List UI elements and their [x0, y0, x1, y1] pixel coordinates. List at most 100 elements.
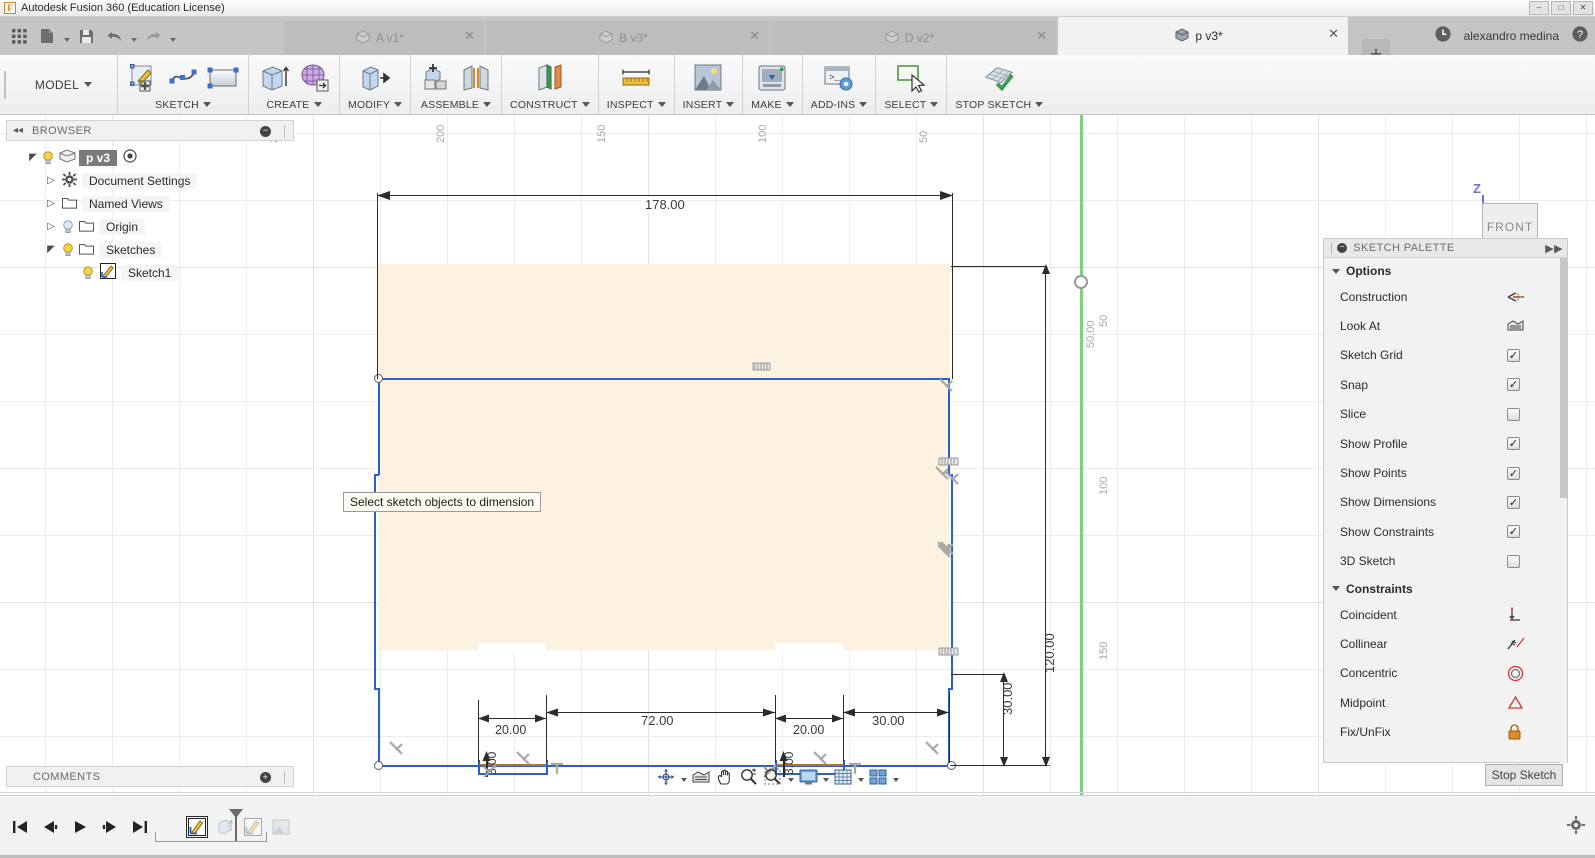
undo-caret[interactable] [129, 23, 138, 49]
palette-row-snap[interactable]: Snap ✓ [1324, 370, 1567, 399]
play-icon[interactable] [68, 815, 92, 839]
visibility-bulb-icon[interactable] [80, 265, 96, 280]
select-window-icon[interactable] [894, 61, 928, 95]
close-button[interactable]: ✕ [1573, 1, 1593, 15]
document-tab-0[interactable]: A v1* ✕ [284, 21, 484, 55]
ribbon-group-label-select[interactable]: SELECT [884, 97, 939, 112]
skip-end-icon[interactable] [128, 815, 152, 839]
finish-sketch-icon[interactable] [982, 61, 1016, 95]
ribbon-group-label-addins[interactable]: ADD-INS [811, 97, 868, 112]
app-grid-icon[interactable] [6, 23, 32, 49]
show-constraints-checkbox[interactable]: ✓ [1507, 525, 1520, 539]
palette-row-fix-unfix[interactable]: Fix/UnFix [1324, 717, 1567, 746]
horizontal-constraint-icon-notch1[interactable] [548, 760, 568, 778]
dimension-30-vertical[interactable]: 30.00 [1000, 682, 1015, 715]
offset-plane-icon[interactable] [533, 61, 567, 95]
dimension-30-offset[interactable]: 30.00 [872, 713, 905, 728]
palette-row-show-dimensions[interactable]: Show Dimensions ✓ [1324, 488, 1567, 517]
minimize-button[interactable]: – [1529, 1, 1549, 15]
dimension-178[interactable]: 178.00 [641, 197, 689, 212]
measure-icon[interactable] [619, 61, 653, 95]
horizontal-constraint-icon[interactable] [752, 360, 772, 374]
new-document-icon[interactable] [34, 23, 60, 49]
timeline-feature-canvas[interactable] [270, 816, 292, 838]
zoom-icon[interactable] [738, 766, 760, 788]
palette-row-concentric[interactable]: Concentric [1324, 659, 1567, 688]
palette-row-show-constraints[interactable]: Show Constraints ✓ [1324, 517, 1567, 546]
double-arrow-left-icon[interactable]: ◂◂ [13, 125, 23, 136]
display-caret[interactable] [821, 766, 830, 788]
snap-checkbox[interactable]: ✓ [1507, 378, 1520, 392]
palette-row-look-at[interactable]: Look At [1324, 311, 1567, 340]
visibility-bulb-icon[interactable] [60, 242, 76, 257]
save-icon[interactable] [73, 23, 99, 49]
comments-panel-header[interactable]: COMMENTS + [6, 766, 294, 787]
expand-arrow-icon[interactable]: ▷ [44, 175, 58, 186]
dimension-120[interactable]: 120.00 [1042, 633, 1057, 673]
new-component-icon[interactable] [419, 61, 453, 95]
ribbon-group-label-stop-sketch[interactable]: STOP SKETCH [955, 97, 1044, 112]
palette-row-collinear[interactable]: Collinear [1324, 629, 1567, 658]
document-tab-close-0[interactable]: ✕ [464, 29, 475, 42]
redo-caret[interactable] [168, 23, 177, 49]
ribbon-group-label-construct[interactable]: CONSTRUCT [510, 97, 590, 112]
extrude-icon[interactable] [257, 61, 291, 95]
ribbon-group-label-make[interactable]: MAKE [751, 97, 794, 112]
ribbon-group-label-create[interactable]: CREATE [266, 97, 322, 112]
zoom-window-icon[interactable] [762, 766, 784, 788]
palette-row-show-profile[interactable]: Show Profile ✓ [1324, 429, 1567, 458]
ribbon-grip[interactable] [0, 55, 10, 114]
browser-item-document-settings[interactable]: ▷ Document Settings [6, 169, 294, 192]
sketch-point-bottom-left[interactable] [374, 761, 383, 770]
scripts-addins-icon[interactable]: >_ [822, 61, 856, 95]
orbit-caret[interactable] [679, 766, 688, 788]
new-document-caret[interactable] [62, 23, 71, 49]
expand-arrow-open-icon[interactable]: ◤ [26, 152, 40, 163]
visibility-bulb-icon[interactable] [60, 219, 76, 234]
grid-caret[interactable] [856, 766, 865, 788]
horizontal-constraint-icon-lower[interactable] [938, 645, 960, 659]
grid-icon[interactable] [832, 766, 854, 788]
document-tab-close-3[interactable]: ✕ [1328, 27, 1339, 40]
expand-arrow-icon[interactable]: ▷ [44, 221, 58, 232]
collinear-icon[interactable] [1507, 636, 1567, 652]
stop-sketch-button[interactable]: Stop Sketch [1485, 764, 1563, 786]
workspace-selector[interactable]: MODEL [10, 55, 118, 114]
palette-row-construction[interactable]: Construction [1324, 282, 1567, 311]
palette-scrollbar-thumb[interactable] [1560, 258, 1567, 498]
press-pull-icon[interactable] [358, 61, 392, 95]
user-name[interactable]: alexandro medina [1464, 29, 1559, 43]
visibility-bulb-icon[interactable] [40, 150, 56, 165]
add-comment-icon[interactable]: + [260, 772, 271, 783]
help-icon[interactable]: ? [1571, 25, 1589, 48]
dimension-20-right[interactable]: 20.00 [793, 723, 824, 737]
browser-item-sketches[interactable]: ◤ Sketches [6, 238, 294, 261]
palette-expand-icon[interactable]: ▶▶ [1545, 242, 1563, 255]
midpoint-icon[interactable] [1507, 695, 1567, 710]
step-back-icon[interactable] [38, 815, 62, 839]
look-at-icon[interactable] [1507, 319, 1567, 333]
spline-icon[interactable] [166, 61, 200, 95]
joint-icon[interactable] [459, 61, 493, 95]
palette-row-3d-sketch[interactable]: 3D Sketch [1324, 547, 1567, 576]
document-tab-1[interactable]: B v3* ✕ [486, 21, 769, 55]
create-sketch-icon[interactable] [126, 61, 160, 95]
ribbon-group-label-assemble[interactable]: ASSEMBLE [421, 97, 492, 112]
insert-image-icon[interactable] [691, 61, 725, 95]
ribbon-group-label-sketch[interactable]: SKETCH [155, 97, 211, 112]
undo-icon[interactable] [101, 23, 127, 49]
origin-point[interactable] [1074, 275, 1088, 289]
mesh-icon[interactable] [297, 61, 331, 95]
document-tab-2[interactable]: D v2* ✕ [771, 21, 1056, 55]
timeline-settings-gear-icon[interactable] [1567, 816, 1585, 839]
expand-arrow-icon[interactable]: ▷ [44, 198, 58, 209]
3d-sketch-checkbox[interactable] [1507, 554, 1520, 568]
document-tab-close-1[interactable]: ✕ [749, 29, 760, 42]
pan-hand-icon[interactable] [714, 766, 736, 788]
document-tab-3[interactable]: p v3* ✕ [1058, 17, 1348, 55]
redo-icon[interactable] [140, 23, 166, 49]
browser-minimize-icon[interactable]: − [260, 126, 271, 137]
rectangle-icon[interactable] [206, 61, 240, 95]
viewports-caret[interactable] [891, 766, 900, 788]
browser-item-sketch1[interactable]: Sketch1 [6, 261, 294, 284]
